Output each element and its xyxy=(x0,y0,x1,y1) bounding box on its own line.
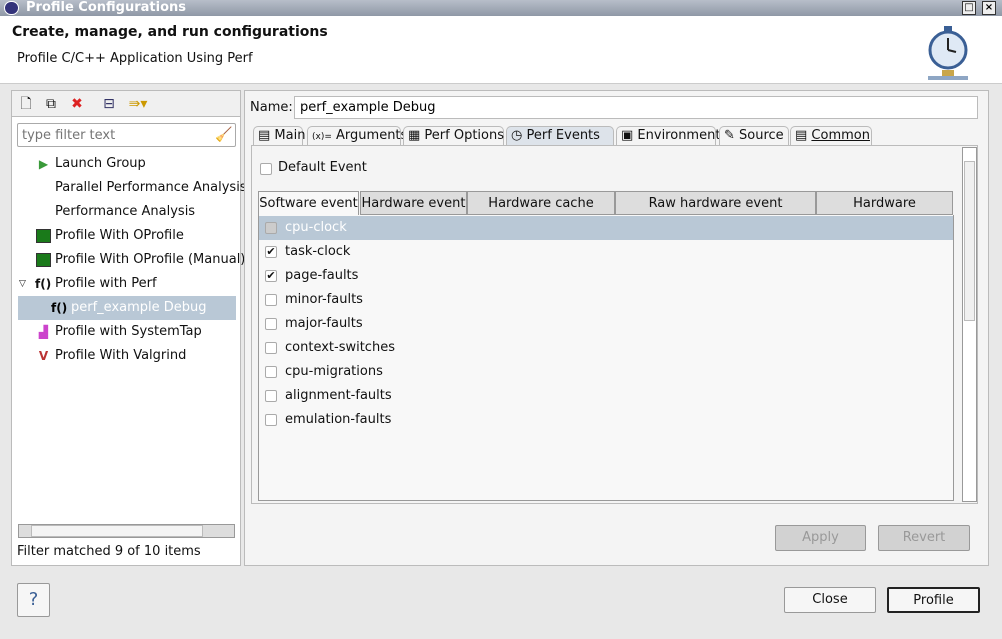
collapse-all-icon[interactable]: ⊟ xyxy=(100,95,118,113)
tab-hardware-breakpoint[interactable]: Hardware breakpoint xyxy=(816,191,953,234)
event-checkbox[interactable] xyxy=(265,294,277,306)
software-event-list: cpu-clock ✔ task-clock ✔ page-faults minor… xyxy=(258,215,954,501)
window-title: Profile Configurations xyxy=(26,0,187,15)
event-checkbox[interactable] xyxy=(265,222,277,234)
event-checkbox[interactable]: ✔ xyxy=(265,246,277,258)
event-checkbox[interactable] xyxy=(265,342,277,354)
tab-main[interactable]: ▤ Main xyxy=(253,126,305,145)
expand-triangle-icon[interactable]: ▽ xyxy=(19,272,26,296)
perf-icon: f() xyxy=(35,277,52,291)
tree-item-parallel-performance-analysis[interactable]: Parallel Performance Analysis xyxy=(18,176,247,200)
tree-toolbar: 🗋 ⧉ ✖ ⊟ ⇛▾ xyxy=(12,91,240,117)
event-row-cpu-clock[interactable]: cpu-clock xyxy=(259,216,953,240)
new-config-icon[interactable]: 🗋 xyxy=(17,95,35,113)
tab-arguments[interactable]: (x)= Arguments xyxy=(307,126,407,145)
tree-item-perf-example-debug[interactable]: f() perf_example Debug xyxy=(18,296,236,320)
header-subtitle: Profile C/C++ Application Using Perf xyxy=(17,51,253,66)
help-button[interactable]: ? xyxy=(17,583,50,617)
delete-icon[interactable]: ✖ xyxy=(68,95,86,113)
tab-software-event[interactable]: Software event xyxy=(258,191,359,216)
configuration-editor: Name: ▤ Main (x)= Arguments ▦ Perf Optio… xyxy=(244,90,989,566)
close-window-button[interactable]: × xyxy=(982,1,996,15)
profile-button[interactable]: Profile xyxy=(887,587,980,613)
tab-source[interactable]: ✎ Source xyxy=(719,126,789,145)
clear-filter-broom-icon[interactable]: 🧹 xyxy=(215,127,232,143)
filter-menu-icon[interactable]: ⇛▾ xyxy=(124,95,152,113)
tree-item-valgrind[interactable]: V Profile With Valgrind xyxy=(18,344,236,368)
event-row-cpu-migrations[interactable]: cpu-migrations xyxy=(259,360,953,384)
title-bar: Profile Configurations □ × xyxy=(0,0,1002,16)
oprofile-icon xyxy=(36,229,51,243)
valgrind-icon: V xyxy=(38,349,49,363)
tab-common[interactable]: ▤ Common xyxy=(790,126,872,145)
event-row-task-clock[interactable]: ✔ task-clock xyxy=(259,240,953,264)
tree-item-oprofile[interactable]: Profile With OProfile xyxy=(18,224,236,248)
dialog-header: Create, manage, and run configurations P… xyxy=(0,16,1002,84)
event-checkbox[interactable] xyxy=(265,390,277,402)
event-row-alignment-faults[interactable]: alignment-faults xyxy=(259,384,953,408)
tree-item-profile-with-perf[interactable]: ▽ f() Profile with Perf xyxy=(18,272,236,296)
tab-raw-hardware-event[interactable]: Raw hardware event descriptor xyxy=(615,191,816,234)
scroll-thumb[interactable] xyxy=(964,161,975,321)
perf-events-panel: Default Event Software event Hardware ev… xyxy=(251,145,978,504)
tab-environment[interactable]: ▣ Environment xyxy=(616,126,720,145)
duplicate-icon[interactable]: ⧉ xyxy=(42,95,60,113)
default-event-checkbox[interactable] xyxy=(260,163,272,175)
horizontal-scrollbar[interactable] xyxy=(18,524,235,538)
close-button[interactable]: Close xyxy=(784,587,876,613)
tab-perf-options[interactable]: ▦ Perf Options xyxy=(403,126,504,145)
event-row-major-faults[interactable]: major-faults xyxy=(259,312,953,336)
name-label: Name: xyxy=(250,100,293,115)
launch-group-icon: ▶ xyxy=(38,157,49,171)
event-checkbox[interactable] xyxy=(265,366,277,378)
revert-button[interactable]: Revert xyxy=(878,525,970,551)
tree-item-launch-group[interactable]: ▶ Launch Group xyxy=(18,152,236,176)
event-type-tabs: Software event Hardware event Hardware c… xyxy=(258,191,954,234)
vertical-scrollbar[interactable] xyxy=(962,147,977,502)
header-title: Create, manage, and run configurations xyxy=(12,24,328,40)
filter-status: Filter matched 9 of 10 items xyxy=(17,544,201,559)
event-row-emulation-faults[interactable]: emulation-faults xyxy=(259,408,953,432)
tab-hardware-cache-event[interactable]: Hardware cache event xyxy=(467,191,615,234)
tree-item-systemtap[interactable]: ▟ Profile with SystemTap xyxy=(18,320,236,344)
event-row-context-switches[interactable]: context-switches xyxy=(259,336,953,360)
apply-button[interactable]: Apply xyxy=(775,525,866,551)
tab-hardware-event[interactable]: Hardware event xyxy=(360,191,467,215)
stopwatch-icon xyxy=(928,26,968,80)
filter-input[interactable] xyxy=(17,123,236,147)
event-checkbox[interactable] xyxy=(265,318,277,330)
perf-icon: f() xyxy=(51,301,68,315)
default-event-label: Default Event xyxy=(278,160,367,175)
tab-perf-events[interactable]: ◷ Perf Events xyxy=(506,126,614,145)
configuration-tree-panel: 🗋 ⧉ ✖ ⊟ ⇛▾ 🧹 ▶Launch Group Parallel Perf… xyxy=(11,90,247,566)
event-row-minor-faults[interactable]: minor-faults xyxy=(259,288,953,312)
systemtap-icon: ▟ xyxy=(38,325,49,339)
oprofile-manual-icon xyxy=(36,253,51,267)
event-checkbox[interactable] xyxy=(265,414,277,426)
eclipse-icon xyxy=(4,1,19,15)
maximize-button[interactable]: □ xyxy=(962,1,976,15)
tree-item-performance-analysis[interactable]: Performance Analysis xyxy=(18,200,236,224)
tree-item-oprofile-manual[interactable]: Profile With OProfile (Manual) xyxy=(18,248,245,272)
name-input[interactable] xyxy=(294,96,978,119)
scroll-thumb[interactable] xyxy=(31,525,203,537)
event-row-page-faults[interactable]: ✔ page-faults xyxy=(259,264,953,288)
event-checkbox[interactable]: ✔ xyxy=(265,270,277,282)
